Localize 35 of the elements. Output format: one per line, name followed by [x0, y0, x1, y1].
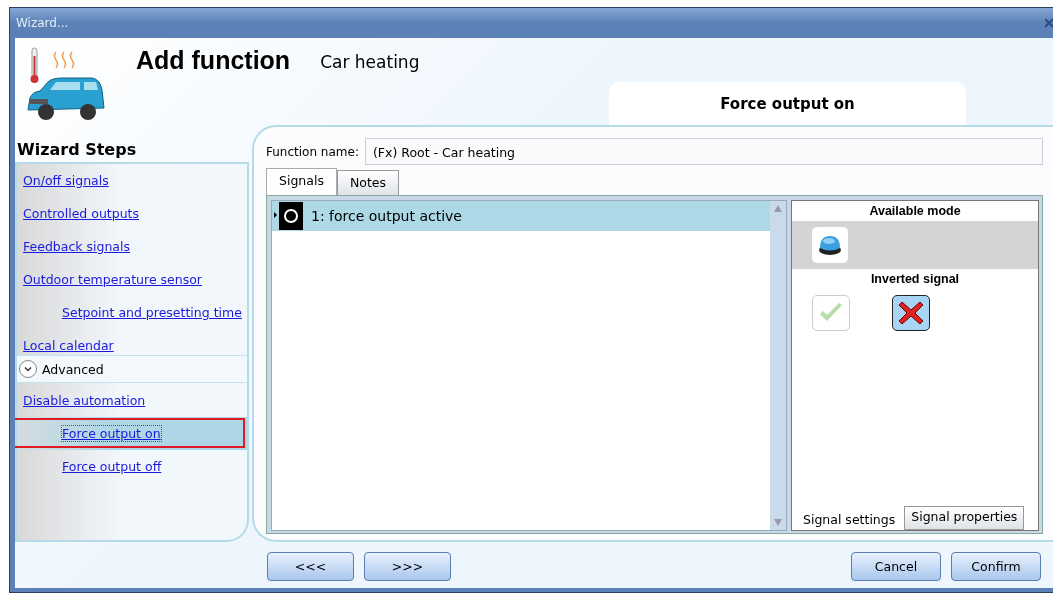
step-link[interactable]: Controlled outputs — [23, 206, 139, 221]
scrollbar[interactable] — [770, 201, 786, 530]
tab[interactable]: Notes — [336, 170, 400, 195]
action-button[interactable]: Cancel — [851, 551, 941, 581]
signal-row[interactable]: 1: force output active — [272, 201, 770, 231]
navigation-button[interactable]: >>> — [364, 551, 451, 581]
tab[interactable]: Signals — [266, 168, 337, 195]
function-type-label: Car heating — [320, 52, 420, 72]
cross-icon — [898, 300, 924, 326]
scroll-down-arrow-icon[interactable] — [774, 519, 782, 526]
normal-signal-option-button[interactable] — [812, 295, 850, 331]
inverted-signal-option-button[interactable] — [892, 295, 930, 331]
step-link[interactable]: Local calendar — [23, 338, 114, 353]
action-button[interactable]: Confirm — [951, 551, 1041, 581]
step-link[interactable]: Force output off — [62, 459, 162, 474]
step-link[interactable]: Outdoor temperature sensor — [23, 272, 202, 287]
field-label: Function name: — [266, 144, 359, 159]
scroll-up-arrow-icon[interactable] — [774, 205, 782, 212]
push-button-icon[interactable] — [812, 227, 848, 263]
step-link[interactable]: Force output on — [62, 426, 161, 441]
close-icon[interactable] — [1045, 18, 1053, 28]
step-link[interactable]: Setpoint and presetting time — [62, 305, 242, 320]
advanced-section-label[interactable]: Advanced — [42, 361, 104, 377]
section-heading: Inverted signal — [869, 271, 961, 288]
section-heading: Available mode — [868, 203, 962, 220]
navigation-button[interactable]: <<< — [267, 551, 354, 581]
tab[interactable]: Signal properties — [904, 506, 1025, 530]
function-name-field[interactable]: (Fx) Root - Car heating — [364, 138, 1043, 165]
step-link[interactable]: Disable automation — [23, 393, 146, 408]
step-link[interactable]: Feedback signals — [23, 239, 130, 254]
page-title: Add function — [136, 46, 291, 75]
wizard-steps-heading: Wizard Steps — [16, 139, 138, 156]
step-link[interactable]: On/off signals — [23, 173, 109, 188]
window-title: Wizard... — [16, 16, 69, 30]
collapse-chevron-icon[interactable] — [19, 360, 37, 378]
